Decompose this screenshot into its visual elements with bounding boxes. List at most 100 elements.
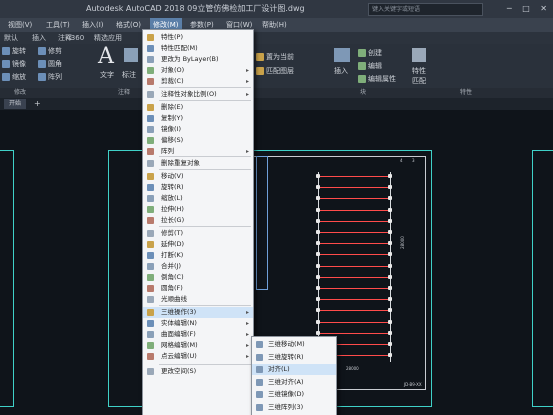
fillet-button[interactable]: 圆角 bbox=[38, 59, 62, 69]
menu-item-join[interactable]: 合并(J) bbox=[143, 261, 253, 272]
pipe-node bbox=[316, 185, 320, 190]
submenu-item-3d-move[interactable]: 三维移动(M) bbox=[252, 339, 336, 350]
menu-item-surface-editing[interactable]: 曲面编辑(F) ▸ bbox=[143, 329, 253, 340]
submenu-item-3d-mirror[interactable]: 三维镜像(D) bbox=[252, 389, 336, 400]
copy-icon bbox=[147, 115, 154, 122]
edit-block-button[interactable]: 编辑 bbox=[358, 61, 382, 71]
menu-item-rotate[interactable]: 旋转(R) bbox=[143, 182, 253, 193]
edit-attributes-button[interactable]: 编辑属性 bbox=[358, 74, 396, 84]
menu-item-annotative-scale[interactable]: 注释性对象比例(O) ▸ bbox=[143, 89, 253, 100]
submenu-item-align[interactable]: 对齐(L) bbox=[252, 364, 336, 375]
set-current-button[interactable]: 置为当前 bbox=[256, 52, 294, 62]
title-block-code: JD-B9-XX bbox=[404, 382, 422, 387]
menu-item-trim[interactable]: 修剪(T) bbox=[143, 228, 253, 239]
text-button[interactable]: 文字 bbox=[100, 70, 114, 80]
match-properties-button[interactable]: 匹配 bbox=[412, 76, 426, 86]
sheet-number-2: 4 bbox=[400, 158, 403, 163]
search-input[interactable]: 键入关键字或短语 bbox=[368, 3, 483, 16]
pipe-node bbox=[388, 342, 392, 346]
minimize-button[interactable]: ─ bbox=[507, 4, 512, 13]
text-a-icon: A bbox=[98, 44, 114, 69]
menu-item-delete-duplicates[interactable]: 删除重复对象 bbox=[143, 158, 253, 169]
menu-separator bbox=[159, 364, 251, 365]
menu-item-mesh-editing[interactable]: 网格编辑(M) ▸ bbox=[143, 340, 253, 351]
pipe-node bbox=[316, 241, 320, 246]
menu-item-solid-editing[interactable]: 实体编辑(N) ▸ bbox=[143, 318, 253, 329]
menu-item-extend[interactable]: 延伸(D) bbox=[143, 239, 253, 250]
submenu-item-3d-align[interactable]: 三维对齐(A) bbox=[252, 377, 336, 388]
scale-button[interactable]: 缩放 bbox=[2, 72, 26, 82]
pipe-rung-line bbox=[320, 332, 390, 334]
menu-tools[interactable]: 工具(T) bbox=[46, 18, 70, 32]
tab-insert[interactable]: 插入 bbox=[32, 32, 46, 44]
pipe-node bbox=[388, 274, 392, 279]
maximize-button[interactable]: □ bbox=[522, 4, 530, 13]
menu-insert[interactable]: 插入(I) bbox=[82, 18, 104, 32]
array-icon bbox=[38, 73, 46, 81]
menu-format[interactable]: 格式(O) bbox=[116, 18, 141, 32]
menu-item-copy[interactable]: 复制(Y) bbox=[143, 113, 253, 124]
menu-item-label: 倒角(C) bbox=[161, 273, 184, 281]
submenu-item-label: 对齐(L) bbox=[268, 365, 290, 373]
close-button[interactable]: ✕ bbox=[540, 4, 547, 13]
menu-item-lengthen[interactable]: 拉长(G) bbox=[143, 215, 253, 226]
pipe-node bbox=[388, 230, 392, 234]
menu-view[interactable]: 视图(V) bbox=[8, 18, 32, 32]
menu-item-label: 网格编辑(M) bbox=[161, 341, 198, 349]
menu-item-erase[interactable]: 删除(E) bbox=[143, 102, 253, 113]
3d-move-icon bbox=[256, 341, 263, 348]
menu-item-blend-curves[interactable]: 光顺曲线 bbox=[143, 294, 253, 305]
pipe-rung-line bbox=[320, 198, 390, 200]
menu-help[interactable]: 帮助(H) bbox=[262, 18, 287, 32]
menu-item-mirror[interactable]: 镜像(I) bbox=[143, 124, 253, 135]
insert-block-icon bbox=[334, 48, 350, 62]
menu-item-stretch[interactable]: 拉伸(H) bbox=[143, 204, 253, 215]
menu-separator bbox=[159, 226, 251, 227]
menu-item-bylayer[interactable]: 更改为 ByLayer(B) bbox=[143, 54, 253, 65]
tab-featured-apps[interactable]: 精选应用 bbox=[94, 32, 122, 44]
sheet-number: 3 bbox=[412, 158, 415, 163]
tab-default[interactable]: 默认 bbox=[4, 32, 18, 44]
pipe-node bbox=[316, 230, 320, 234]
offset-icon bbox=[147, 137, 154, 144]
menu-item-move[interactable]: 移动(V) bbox=[143, 171, 253, 182]
menu-item-object[interactable]: 对象(O) ▸ bbox=[143, 65, 253, 76]
menu-item-change-space[interactable]: 更改空间(S) bbox=[143, 366, 253, 377]
pipe-rung-line bbox=[320, 310, 390, 312]
menu-item-scale[interactable]: 缩放(L) bbox=[143, 193, 253, 204]
rotate-button[interactable]: 旋转 bbox=[2, 46, 26, 56]
new-tab-icon[interactable]: + bbox=[34, 99, 41, 109]
menu-item-properties[interactable]: 特性(P) bbox=[143, 32, 253, 43]
menu-item-chamfer[interactable]: 倒角(C) bbox=[143, 272, 253, 283]
create-block-button[interactable]: 创建 bbox=[358, 48, 382, 58]
trim-button[interactable]: 修剪 bbox=[38, 46, 62, 56]
menu-item-clip[interactable]: 剪裁(C) ▸ bbox=[143, 76, 253, 87]
menu-item-match-properties[interactable]: 特性匹配(M) bbox=[143, 43, 253, 54]
panel-block-title: 块 bbox=[360, 89, 367, 96]
join-icon bbox=[147, 263, 154, 270]
menu-item-fillet[interactable]: 圆角(F) bbox=[143, 283, 253, 294]
edit-block-icon bbox=[358, 62, 366, 70]
annotate-button[interactable]: 标注 bbox=[122, 70, 136, 80]
insert-button[interactable]: 插入 bbox=[334, 66, 348, 76]
layout-frame-left bbox=[0, 150, 14, 407]
menu-item-break[interactable]: 打断(K) bbox=[143, 250, 253, 261]
menu-item-offset[interactable]: 偏移(S) bbox=[143, 135, 253, 146]
pipe-node bbox=[316, 308, 320, 313]
match-layer-button[interactable]: 匹配图层 bbox=[256, 66, 294, 76]
pipe-rung-line bbox=[320, 265, 390, 267]
properties-icon bbox=[147, 34, 154, 41]
submenu-item-3d-array[interactable]: 三维阵列(3) bbox=[252, 402, 336, 413]
pipe-node bbox=[316, 330, 320, 335]
menu-item-point-cloud[interactable]: 点云编辑(U) ▸ bbox=[143, 351, 253, 362]
pipe-node bbox=[316, 196, 320, 201]
tab-a360[interactable]: A360 bbox=[66, 32, 84, 44]
properties-button[interactable]: 特性 bbox=[412, 66, 426, 76]
mirror-button[interactable]: 镜像 bbox=[2, 59, 26, 69]
array-button[interactable]: 阵列 bbox=[38, 72, 62, 82]
tab-start[interactable]: 开始 bbox=[4, 99, 26, 109]
menu-item-label: 删除重复对象 bbox=[161, 159, 200, 167]
menu-item-label: 注释性对象比例(O) bbox=[161, 90, 217, 98]
submenu-item-3d-rotate[interactable]: 三维旋转(R) bbox=[252, 352, 336, 363]
menu-item-3d-operations[interactable]: 三维操作(3) ▸ bbox=[143, 307, 253, 318]
